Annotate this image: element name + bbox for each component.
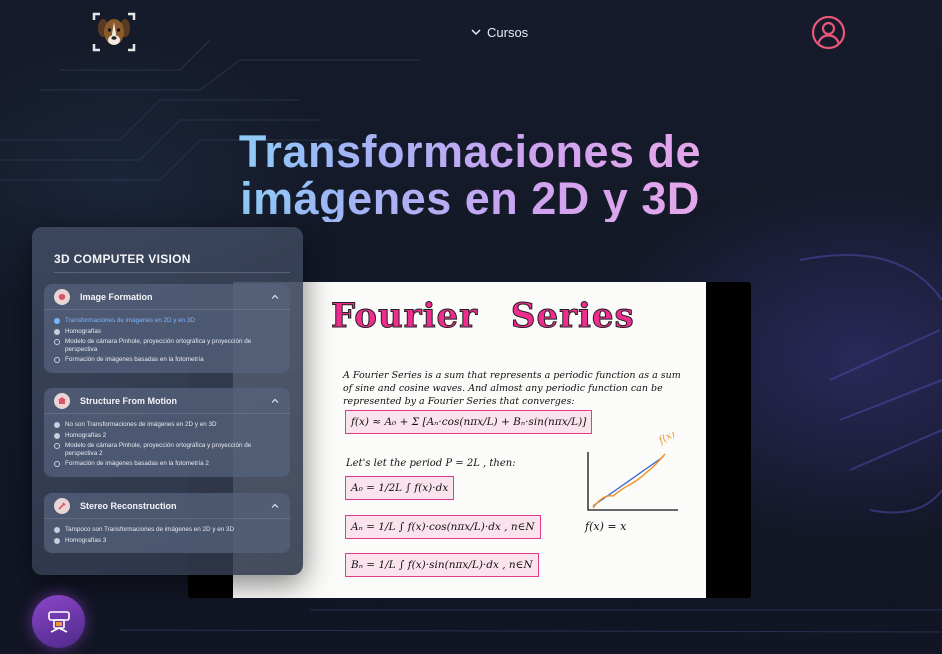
chevron-up-icon[interactable] [270, 501, 280, 511]
page-title-line-2: imágenes en 2D y 3D [240, 173, 700, 224]
vr-assistant-button[interactable] [32, 595, 85, 648]
lesson-item[interactable]: Homografías 2 [54, 432, 282, 440]
page-title-line-1: Transformaciones de [238, 126, 702, 177]
lesson-label: Formación de imágenes basadas en la foto… [65, 460, 209, 467]
slide-intro-text: A Fourier Series is a sum that represent… [343, 370, 681, 407]
dog-logo-icon[interactable] [92, 12, 136, 52]
module-header[interactable]: Structure From Motion [44, 388, 290, 414]
fourier-formula: f(x) ≈ A₀ + Σ [Aₙ·cos(nπx/L) + Bₙ·sin(nπ… [345, 410, 593, 434]
lesson-item[interactable]: Modelo de cámara Pinhole, proyección ort… [54, 338, 282, 353]
lesson-item[interactable]: Modelo de cámara Pinhole, proyección ort… [54, 442, 282, 457]
lesson-status-icon [54, 422, 60, 428]
lesson-status-icon [54, 443, 60, 449]
lesson-status-icon [54, 357, 60, 363]
lesson-item[interactable]: Formación de imágenes basadas en la foto… [54, 356, 282, 364]
module-name: Structure From Motion [80, 395, 177, 406]
an-formula: Aₙ = 1/L ∫ f(x)·cos(nπx/L)·dx , n∈N [345, 515, 541, 539]
building-icon [54, 392, 70, 409]
chevron-down-icon [471, 29, 481, 36]
lesson-item[interactable]: Tampoco son Transformaciones de imágenes… [54, 526, 282, 534]
lesson-item[interactable]: Homografías [54, 328, 282, 336]
module-image-formation: Image Formation Transformaciones de imág… [44, 284, 290, 373]
a0-formula: A₀ = 1/2L ∫ f(x)·dx [345, 476, 455, 500]
courses-menu-label: Cursos [487, 24, 529, 40]
lesson-label: Modelo de cámara Pinhole, proyección ort… [65, 338, 252, 353]
brain-icon [54, 288, 70, 305]
course-title: 3D COMPUTER VISION [54, 252, 191, 266]
course-panel: 3D COMPUTER VISION Image Formation Trans… [32, 227, 303, 575]
lesson-item[interactable]: Transformaciones de imágenes en 2D y en … [54, 317, 282, 325]
lesson-status-icon [54, 432, 60, 439]
bn-formula: Bₙ = 1/L ∫ f(x)·sin(nπx/L)·dx , n∈N [345, 553, 539, 577]
user-profile-icon[interactable] [811, 15, 846, 50]
chevron-up-icon[interactable] [270, 396, 280, 406]
lesson-label: Modelo de cámara Pinhole, proyección ort… [65, 442, 252, 457]
vr-headset-icon [47, 610, 70, 633]
page-title: Transformaciones de imágenes en 2D y 3D [150, 128, 790, 222]
lesson-label: Homografías [65, 327, 102, 335]
lesson-status-icon [54, 318, 60, 324]
graph-fx-label: f(x) [656, 432, 677, 447]
courses-menu-button[interactable]: Cursos [470, 23, 528, 41]
slide-period-text: Let's let the period P = 2L , then: [346, 458, 516, 469]
divider [54, 272, 290, 273]
lesson-status-icon [54, 339, 60, 345]
slide-title: Fourier Series [331, 296, 635, 337]
lesson-label: Homografías 3 [65, 536, 107, 544]
lesson-status-icon [54, 527, 60, 533]
module-name: Stereo Reconstruction [80, 500, 177, 511]
lesson-label: No son Transformaciones de imágenes en 2… [65, 421, 217, 428]
stereo-icon [54, 497, 70, 514]
graph-caption: f(x) = x [585, 520, 627, 533]
module-structure-from-motion: Structure From Motion No son Transformac… [44, 388, 290, 477]
lesson-item[interactable]: Homografías 3 [54, 537, 282, 545]
lesson-status-icon [54, 328, 60, 335]
lesson-label: Transformaciones de imágenes en 2D y en … [65, 317, 195, 324]
lesson-status-icon [54, 461, 60, 467]
module-stereo-reconstruction: Stereo Reconstruction Tampoco son Transf… [44, 493, 290, 553]
lecture-slide: Fourier Series A Fourier Series is a sum… [233, 282, 706, 598]
lesson-label: Tampoco son Transformaciones de imágenes… [65, 526, 235, 533]
lesson-label: Homografías 2 [65, 431, 107, 439]
chevron-up-icon[interactable] [270, 292, 280, 302]
module-header[interactable]: Image Formation [44, 284, 290, 310]
lesson-item[interactable]: No son Transformaciones de imágenes en 2… [54, 421, 282, 429]
lesson-item[interactable]: Formación de imágenes basadas en la foto… [54, 460, 282, 468]
lesson-label: Formación de imágenes basadas en la foto… [65, 356, 204, 363]
module-header[interactable]: Stereo Reconstruction [44, 493, 290, 519]
lesson-status-icon [54, 537, 60, 544]
module-name: Image Formation [80, 291, 153, 302]
